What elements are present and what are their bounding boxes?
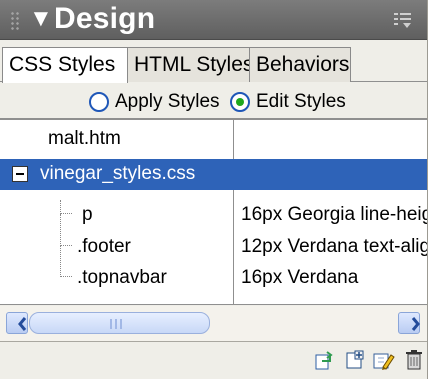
tab-behaviors[interactable]: Behaviors: [249, 47, 351, 82]
tab-html-styles[interactable]: HTML Styles: [127, 47, 254, 82]
drag-grip-icon[interactable]: [10, 11, 20, 31]
tree-connector-icon: [60, 200, 72, 214]
tab-label: HTML Styles: [134, 53, 254, 76]
radio-selected-icon[interactable]: [230, 92, 250, 112]
css-panel-toolbar: [0, 342, 427, 379]
scroll-thumb[interactable]: [29, 312, 210, 334]
tab-label: Behaviors: [256, 53, 350, 76]
style-mode-radio-group: Apply Styles Edit Styles: [0, 82, 427, 119]
css-style-tree: malt.htm vinegar_styles.css p 16px Georg…: [0, 119, 428, 305]
tree-connector-icon: [60, 245, 72, 277]
tree-item-name: malt.htm: [48, 128, 121, 149]
radio-unselected-icon[interactable]: [89, 92, 109, 112]
trash-icon[interactable]: [401, 347, 427, 373]
tree-item-value: 16px Verdana: [241, 267, 359, 288]
tree-item-value: 12px Verdana text-align:: [241, 236, 428, 257]
panel-titlebar[interactable]: ▼ Design: [0, 0, 427, 40]
collapse-arrow-icon[interactable]: ▼: [29, 6, 53, 32]
attach-style-sheet-icon[interactable]: [312, 347, 338, 373]
tab-css-styles[interactable]: CSS Styles: [2, 47, 128, 83]
edit-style-icon[interactable]: [370, 347, 396, 373]
scroll-thumb-grip-icon: [110, 319, 130, 329]
tree-item-name: vinegar_styles.css: [40, 163, 196, 184]
design-panel: ▼ Design CSS Styles HTML Styles Behavior…: [0, 0, 428, 379]
panel-options-icon[interactable]: [392, 10, 414, 30]
tree-item-name: .topnavbar: [77, 267, 167, 288]
radio-label: Edit Styles: [256, 91, 346, 112]
tab-label: CSS Styles: [9, 53, 116, 76]
tree-row-topnavbar-style[interactable]: .topnavbar 16px Verdana: [0, 245, 427, 293]
tree-item-value: 16px Georgia line-height: [241, 204, 428, 225]
new-style-icon[interactable]: [342, 347, 368, 373]
tree-row-malt-htm[interactable]: malt.htm: [0, 124, 427, 154]
collapse-icon[interactable]: [12, 166, 28, 182]
scroll-right-button[interactable]: [398, 312, 420, 334]
radio-label: Apply Styles: [115, 91, 220, 112]
chevron-right-icon: [411, 317, 420, 331]
apply-styles-radio[interactable]: Apply Styles: [89, 90, 220, 114]
scroll-left-button[interactable]: [6, 312, 28, 334]
tree-item-name: p: [82, 204, 93, 225]
edit-styles-radio[interactable]: Edit Styles: [230, 90, 346, 114]
horizontal-scrollbar[interactable]: [0, 306, 427, 342]
panel-tabs: CSS Styles HTML Styles Behaviors: [0, 40, 427, 83]
tree-row-vinegar-styles[interactable]: vinegar_styles.css: [0, 159, 427, 190]
tree-connector-icon: [60, 214, 72, 246]
tree-item-name: .footer: [77, 236, 131, 257]
panel-title: Design: [54, 2, 156, 35]
